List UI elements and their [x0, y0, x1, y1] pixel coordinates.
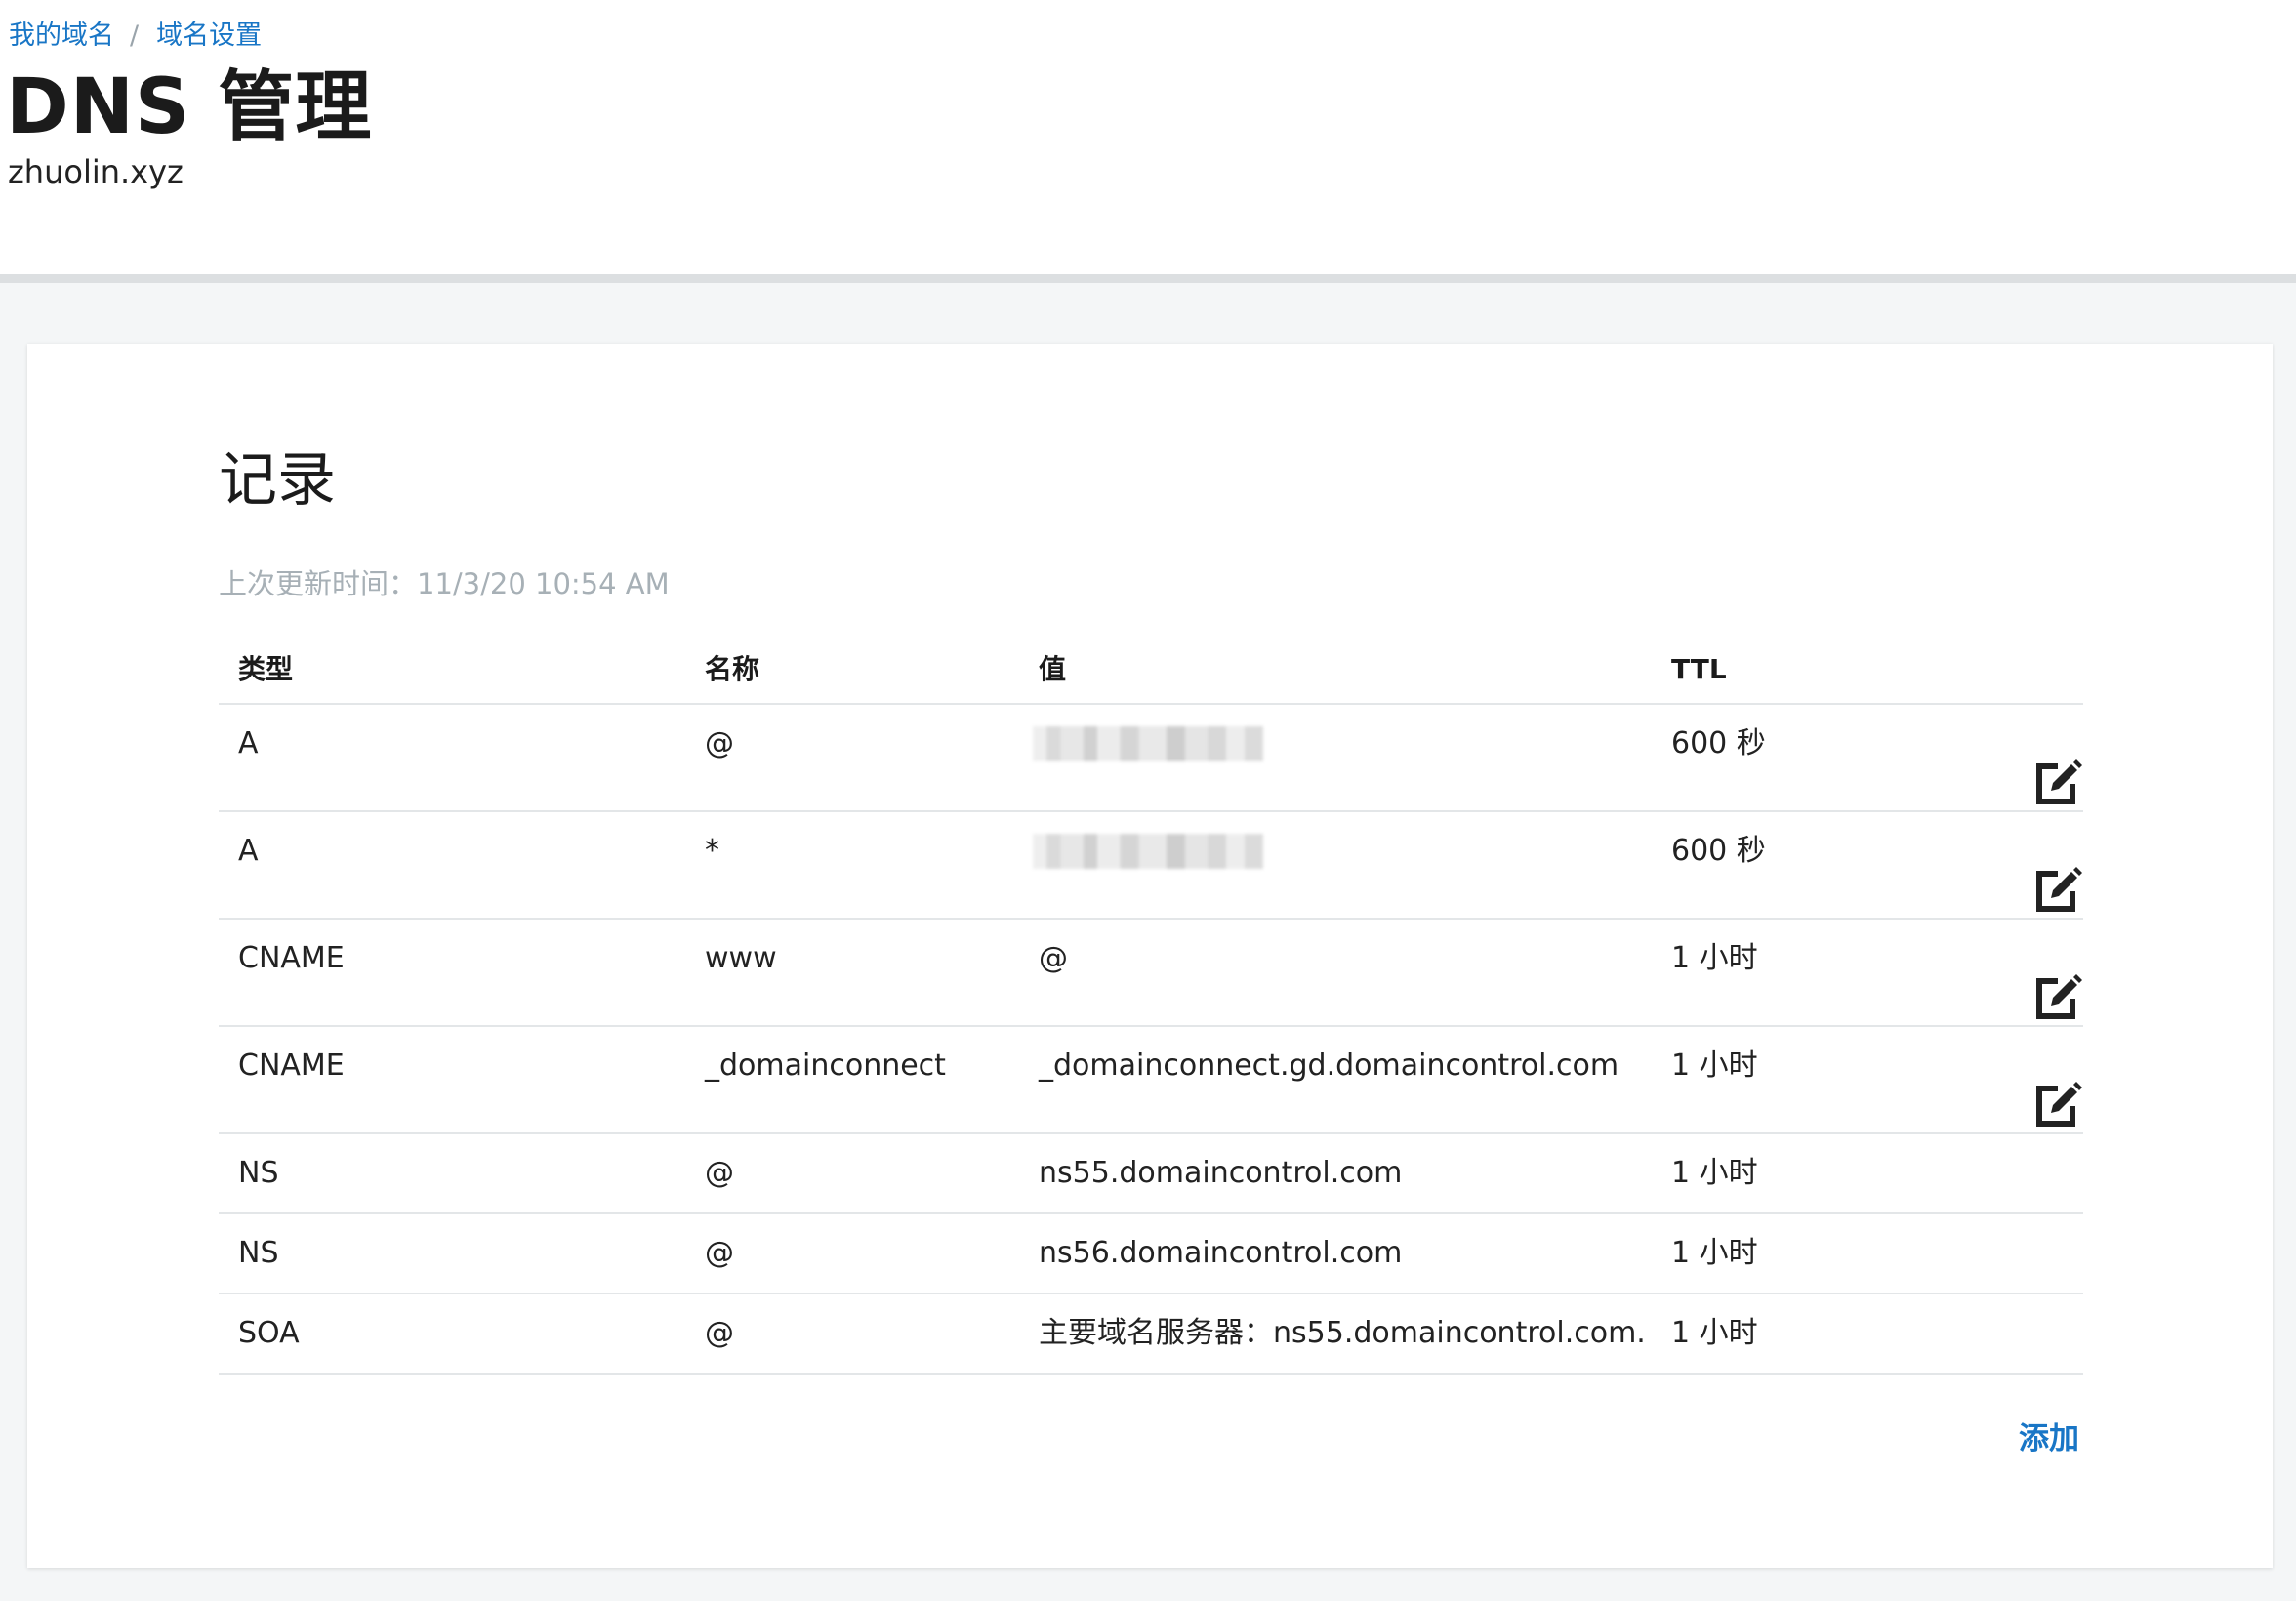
- records-rows: A @600 秒 A * 600 秒 CNAME www @1 小时 CNAME _domainc…: [219, 705, 2083, 1375]
- record-actions: [1964, 920, 2083, 1023]
- record-actions: [1964, 705, 2083, 808]
- records-card: 记录 上次更新时间：11/3/20 10:54 AM 类型 名称 值 TTL A…: [27, 344, 2273, 1568]
- record-actions: [1964, 1294, 2083, 1314]
- edit-record-button[interactable]: [2032, 758, 2083, 808]
- table-row: NS @ ns56.domaincontrol.com 1 小时: [219, 1214, 2083, 1294]
- last-updated: 上次更新时间：11/3/20 10:54 AM: [219, 567, 670, 600]
- breadcrumb: 我的域名 / 域名设置: [9, 18, 262, 55]
- table-row: SOA @ 主要域名服务器：ns55.domaincontrol.com. 1 小时: [219, 1294, 2083, 1375]
- edit-record-button[interactable]: [2032, 1080, 2083, 1130]
- add-record-link[interactable]: 添加: [2019, 1417, 2079, 1460]
- domain-name: zhuolin.xyz: [8, 153, 184, 190]
- record-name: _domainconnect: [705, 1048, 946, 1083]
- table-row: NS @ ns55.domaincontrol.com 1 小时: [219, 1134, 2083, 1214]
- record-type: NS: [238, 1236, 279, 1270]
- edit-icon: [2036, 974, 2082, 1019]
- redacted-value: [1033, 726, 1263, 761]
- table-header-row: 类型 名称 值 TTL: [219, 636, 2083, 705]
- record-ttl: 1 小时: [1671, 941, 1758, 975]
- record-ttl: 1 小时: [1671, 1048, 1758, 1083]
- edit-icon: [2036, 759, 2082, 804]
- records-title: 记录: [219, 446, 336, 514]
- record-name: @: [705, 1156, 734, 1190]
- record-actions: [1964, 1214, 2083, 1234]
- record-ttl: 600 秒: [1671, 726, 1766, 760]
- record-ttl: 1 小时: [1671, 1156, 1758, 1190]
- breadcrumb-separator: /: [130, 21, 140, 51]
- record-type: SOA: [238, 1316, 300, 1350]
- redacted-value: [1033, 834, 1263, 869]
- column-header-name: 名称: [705, 653, 760, 685]
- edit-icon: [2036, 867, 2082, 912]
- record-name: @: [705, 1236, 734, 1270]
- column-header-ttl: TTL: [1671, 653, 1727, 685]
- record-value: ns55.domaincontrol.com: [1039, 1156, 1403, 1190]
- record-ttl: 600 秒: [1671, 834, 1766, 868]
- record-actions: [1964, 1027, 2083, 1130]
- record-value: @: [1039, 941, 1068, 975]
- record-actions: [1964, 1134, 2083, 1154]
- records-table: 类型 名称 值 TTL A @600 秒 A * 600 秒 CNAME www @1 小时 C…: [219, 636, 2083, 1375]
- record-value: 主要域名服务器：ns55.domaincontrol.com.: [1039, 1316, 1646, 1350]
- record-ttl: 1 小时: [1671, 1236, 1758, 1270]
- record-name: www: [705, 941, 777, 975]
- table-row: CNAME www @1 小时: [219, 920, 2083, 1027]
- column-header-type: 类型: [238, 653, 294, 685]
- record-type: CNAME: [238, 1048, 345, 1083]
- record-name: @: [705, 1316, 734, 1350]
- record-ttl: 1 小时: [1671, 1316, 1758, 1350]
- record-type: CNAME: [238, 941, 345, 975]
- edit-record-button[interactable]: [2032, 972, 2083, 1023]
- record-type: A: [238, 834, 259, 868]
- page-header: 我的域名 / 域名设置 DNS 管理 zhuolin.xyz: [0, 0, 2296, 283]
- edit-icon: [2036, 1082, 2082, 1127]
- edit-record-button[interactable]: [2032, 865, 2083, 916]
- record-type: A: [238, 726, 259, 760]
- record-actions: [1964, 812, 2083, 916]
- record-value: _domainconnect.gd.domaincontrol.com: [1039, 1048, 1620, 1083]
- column-header-value: 值: [1039, 653, 1067, 685]
- table-row: A * 600 秒: [219, 812, 2083, 920]
- record-value: ns56.domaincontrol.com: [1039, 1236, 1403, 1270]
- breadcrumb-my-domains[interactable]: 我的域名: [9, 18, 114, 55]
- page-title: DNS 管理: [6, 63, 373, 151]
- breadcrumb-domain-settings[interactable]: 域名设置: [156, 18, 262, 55]
- table-row: CNAME _domainconnect _domainconnect.gd.dom…: [219, 1027, 2083, 1134]
- record-value: [1033, 705, 1671, 772]
- record-type: NS: [238, 1156, 279, 1190]
- record-name: @: [705, 726, 734, 760]
- table-row: A @600 秒: [219, 705, 2083, 812]
- record-value: [1033, 812, 1671, 880]
- record-name: *: [705, 834, 719, 868]
